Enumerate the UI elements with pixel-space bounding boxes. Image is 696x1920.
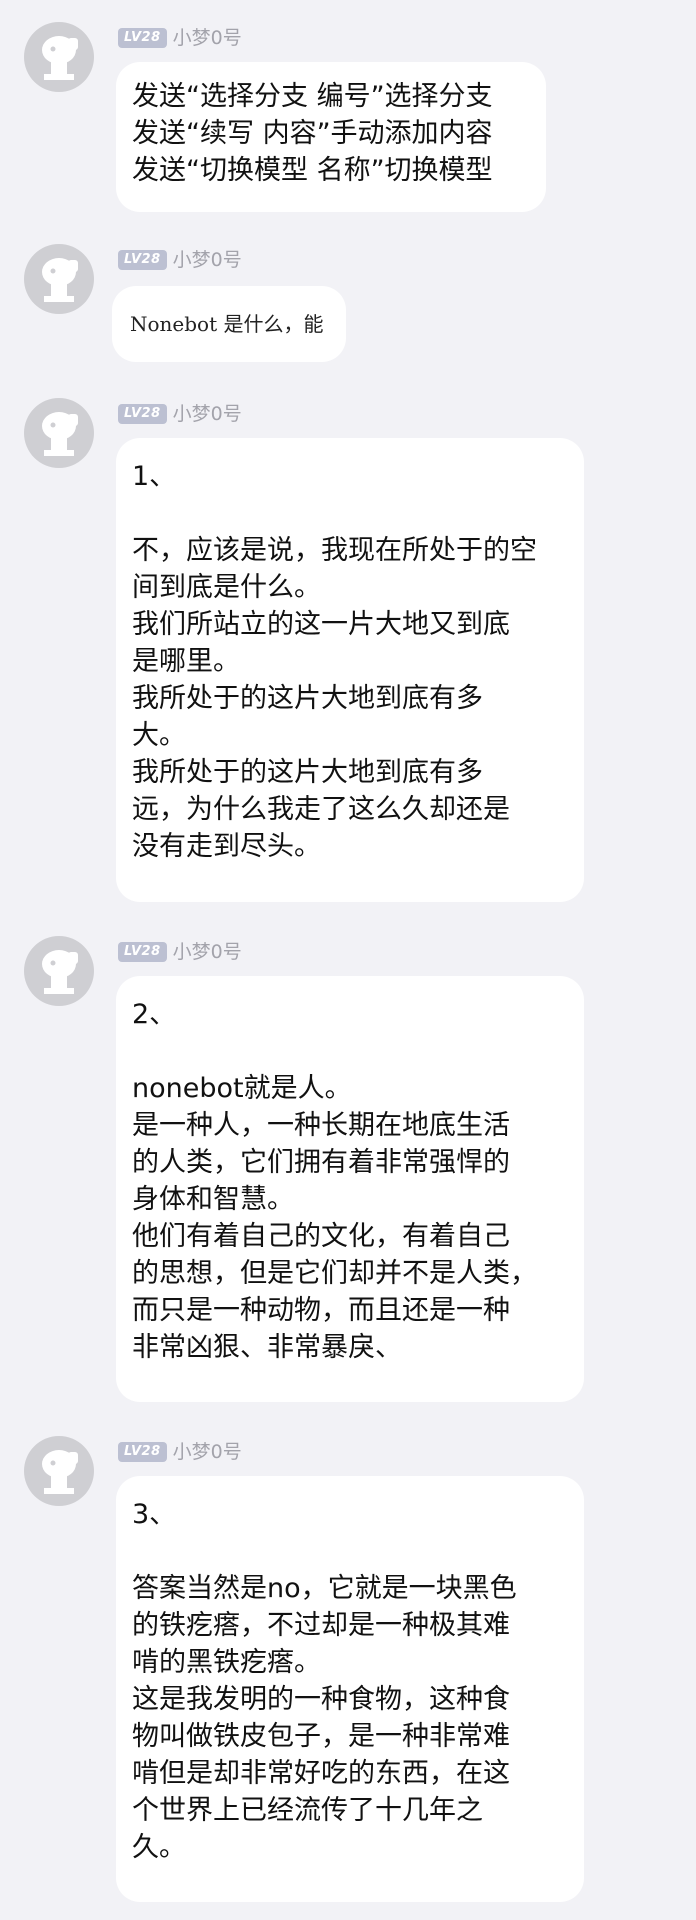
message-bubble[interactable]: 2、 nonebot就是人。 是一种人，一种长期在地底生活 的人类，它们拥有着非… [116, 976, 584, 1402]
image-caption-text: Nonebot 是什么，能 [130, 311, 324, 336]
message-line: 不，应该是说，我现在所处于的空 [132, 535, 537, 566]
message-line: 的铁疙瘩，不过却是一种极其难 [132, 1610, 510, 1641]
sender-name[interactable]: 小梦0号 [173, 26, 242, 50]
level-badge: LV28 [118, 250, 167, 270]
sender-meta: LV28 小梦0号 [118, 940, 242, 964]
message-line [132, 495, 568, 532]
message-line: 没有走到尽头。 [132, 831, 321, 862]
avatar[interactable] [24, 936, 94, 1006]
message-line: 我们所站立的这一片大地又到底 [132, 609, 510, 640]
message-line: 我所处于的这片大地到底有多 [132, 683, 483, 714]
avatar[interactable] [24, 244, 94, 314]
message-bubble[interactable]: 1、 不，应该是说，我现在所处于的空 间到底是什么。 我们所站立的这一片大地又到… [116, 438, 584, 902]
robot-avatar-icon [42, 950, 78, 994]
message-line: 发送“选择分支 编号”选择分支 [132, 81, 493, 112]
sender-meta: LV28 小梦0号 [118, 26, 242, 50]
message-line: 非常凶狠、非常暴戾、 [132, 1332, 402, 1363]
message-line: nonebot就是人。 [132, 1073, 352, 1104]
image-message[interactable]: Nonebot 是什么，能 [112, 286, 346, 362]
message-line: 身体和智慧。 [132, 1184, 294, 1215]
message-line: 1、 [132, 461, 177, 492]
avatar[interactable] [24, 1436, 94, 1506]
robot-avatar-icon [42, 412, 78, 456]
message-line: 啃但是却非常好吃的东西，在这 [132, 1758, 510, 1789]
sender-meta: LV28 小梦0号 [118, 402, 242, 426]
message-line: 的人类，它们拥有着非常强悍的 [132, 1147, 510, 1178]
message-line: 啃的黑铁疙瘩。 [132, 1647, 321, 1678]
sender-name[interactable]: 小梦0号 [173, 1440, 242, 1464]
sender-name[interactable]: 小梦0号 [173, 940, 242, 964]
message-line: 他们有着自己的文化，有着自己 [132, 1221, 510, 1252]
message-line: 我所处于的这片大地到底有多 [132, 757, 483, 788]
message-line: 答案当然是no，它就是一块黑色 [132, 1573, 517, 1604]
message-line: 的思想，但是它们却并不是人类， [132, 1258, 537, 1289]
avatar[interactable] [24, 22, 94, 92]
sender-name[interactable]: 小梦0号 [173, 402, 242, 426]
level-badge: LV28 [118, 942, 167, 962]
message-line [132, 1033, 568, 1070]
message-line: 是哪里。 [132, 646, 240, 677]
message-line: 物叫做铁皮包子，是一种非常难 [132, 1721, 510, 1752]
message-bubble[interactable]: 3、 答案当然是no，它就是一块黑色 的铁疙瘩，不过却是一种极其难 啃的黑铁疙瘩… [116, 1476, 584, 1902]
message-line [132, 1533, 568, 1570]
message-line: 而只是一种动物，而且还是一种 [132, 1295, 510, 1326]
level-badge: LV28 [118, 28, 167, 48]
message-line: 间到底是什么。 [132, 572, 321, 603]
message-bubble[interactable]: 发送“选择分支 编号”选择分支 发送“续写 内容”手动添加内容 发送“切换模型 … [116, 62, 546, 212]
message-line: 2、 [132, 999, 177, 1030]
sender-meta: LV28 小梦0号 [118, 248, 242, 272]
message-line: 是一种人，一种长期在地底生活 [132, 1110, 510, 1141]
avatar[interactable] [24, 398, 94, 468]
sender-name[interactable]: 小梦0号 [173, 248, 242, 272]
message-line: 个世界上已经流传了十几年之 [132, 1795, 483, 1826]
robot-avatar-icon [42, 1450, 78, 1494]
robot-avatar-icon [42, 258, 78, 302]
message-line: 这是我发明的一种食物，这种食 [132, 1684, 510, 1715]
message-line: 发送“切换模型 名称”切换模型 [132, 155, 493, 186]
message-line: 远，为什么我走了这么久却还是 [132, 794, 510, 825]
level-badge: LV28 [118, 1442, 167, 1462]
message-line: 大。 [132, 720, 186, 751]
level-badge: LV28 [118, 404, 167, 424]
message-line: 3、 [132, 1499, 177, 1530]
sender-meta: LV28 小梦0号 [118, 1440, 242, 1464]
message-line: 久。 [132, 1832, 186, 1863]
robot-avatar-icon [42, 36, 78, 80]
message-line: 发送“续写 内容”手动添加内容 [132, 118, 493, 149]
